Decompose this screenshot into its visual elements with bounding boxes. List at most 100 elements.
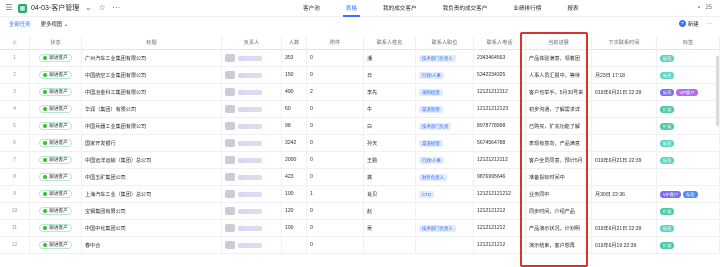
contact-position-cell[interactable]: 财务负责人	[416, 169, 474, 185]
table-row[interactable]: 9 跟进客户 上海汽车工业（集团）总公司 100 1 肖贝 CTO 121212121212 业…	[0, 186, 720, 203]
contact-phone-cell[interactable]: 8978778998	[474, 118, 526, 134]
tags-cell[interactable]: 扩展	[657, 203, 720, 219]
contact-name-cell[interactable]: 王勤	[364, 152, 416, 168]
next-contact-cell[interactable]	[592, 135, 657, 151]
tags-cell[interactable]	[657, 169, 720, 185]
chevron-down-icon[interactable]: ⌄	[83, 3, 93, 13]
progress-cell[interactable]: 初步沟通，了解需求详	[526, 101, 592, 117]
next-contact-cell[interactable]: 月23日 17:18	[592, 67, 657, 83]
progress-cell[interactable]: 客户也举手，5月30号来	[526, 84, 592, 100]
count-cell[interactable]: 490	[282, 84, 307, 100]
next-contact-cell[interactable]	[592, 101, 657, 117]
title-cell[interactable]: 中国远洋运输（集团）总公司	[82, 152, 222, 168]
column-header[interactable]: 联系人姓名	[364, 36, 416, 49]
tags-cell[interactable]: 标签	[657, 67, 720, 83]
column-header[interactable]: 人数	[282, 36, 307, 49]
title-cell[interactable]: 广州汽车工业集团有限公司	[82, 50, 222, 66]
attachment-cell[interactable]: 0	[307, 237, 364, 253]
new-button[interactable]: + 新建	[678, 20, 699, 28]
progress-cell[interactable]: 准备投标时间中	[526, 169, 592, 185]
row-number[interactable]: 11	[0, 220, 30, 236]
count-cell[interactable]: 60	[282, 101, 307, 117]
attachment-cell[interactable]: 0	[307, 67, 364, 83]
count-cell[interactable]: 100	[282, 220, 307, 236]
contact-phone-cell[interactable]: 1212121212	[474, 203, 526, 219]
owner-cell[interactable]	[222, 237, 282, 253]
status-cell[interactable]: 跟进客户	[30, 220, 82, 236]
contact-name-cell[interactable]: 肖贝	[364, 186, 416, 202]
row-number[interactable]: 5	[0, 118, 30, 134]
contact-name-cell[interactable]: 龚	[364, 169, 416, 185]
tags-cell[interactable]: 标签 VIP客户	[657, 84, 720, 100]
count-cell[interactable]: 100	[282, 186, 307, 202]
table-row[interactable]: 10 跟进客户 宝钢集团有限公司 120 0 赵 1212121212 同步时间，介绍产品 扩展	[0, 203, 720, 220]
owner-cell[interactable]	[222, 169, 282, 185]
column-header[interactable]: 当前进展	[526, 36, 592, 49]
contact-name-cell[interactable]: 赵	[364, 203, 416, 219]
next-contact-cell[interactable]: 019年6月21日 22:39	[592, 220, 657, 236]
contact-phone-cell[interactable]: 1212121212	[474, 220, 526, 236]
status-cell[interactable]: 跟进客户	[30, 203, 82, 219]
contact-position-cell[interactable]: 渠道管理	[416, 101, 474, 117]
owner-cell[interactable]	[222, 118, 282, 134]
tags-cell[interactable]: VIP客户 标签	[657, 186, 720, 202]
table-row[interactable]: 11 跟进客户 中国中化集团公司 100 0 吴技术部门负责人 1212121212 产品演示…	[0, 220, 720, 237]
count-cell[interactable]: 150	[282, 67, 307, 83]
next-contact-cell[interactable]: 019年6月19 22:39	[592, 237, 657, 253]
attachment-cell[interactable]: 0	[307, 135, 364, 151]
progress-cell[interactable]: 已购买，扩充功能了解	[526, 118, 592, 134]
count-cell[interactable]	[282, 237, 307, 253]
status-cell[interactable]: 跟进客户	[30, 84, 82, 100]
progress-cell[interactable]: 人事人员汇报中，等待	[526, 67, 592, 83]
progress-cell[interactable]: 表现有意向，产品满意	[526, 135, 592, 151]
status-cell[interactable]: 跟进客户	[30, 50, 82, 66]
title-cell[interactable]: 中国兵器工业集团有限公司	[82, 118, 222, 134]
tags-cell[interactable]: 标签	[657, 135, 720, 151]
row-number[interactable]: 12	[0, 237, 30, 253]
next-contact-cell[interactable]	[592, 203, 657, 219]
more-icon[interactable]: ⋯	[111, 3, 121, 13]
title-cell[interactable]: 宝钢集团有限公司	[82, 203, 222, 219]
progress-cell[interactable]: 演示结束，客户想再	[526, 237, 592, 253]
progress-cell[interactable]: 客户全员同意，预计5月	[526, 152, 592, 168]
progress-cell[interactable]: 同步时间，介绍产品	[526, 203, 592, 219]
contact-name-cell[interactable]	[364, 237, 416, 253]
table-row[interactable]: 7 跟进客户 中国远洋运输（集团）总公司 2000 0 王勤 行政/人事 1212121211…	[0, 152, 720, 169]
count-cell[interactable]: 2000	[282, 152, 307, 168]
attachment-cell[interactable]: 0	[307, 203, 364, 219]
row-number[interactable]: 7	[0, 152, 30, 168]
count-cell[interactable]: 353	[282, 50, 307, 66]
count-cell[interactable]: 3242	[282, 135, 307, 151]
table-row[interactable]: 6 跟进客户 国家开发银行 3242 0 孙天 渠道经理 5674564788 表现有意向，产品…	[0, 135, 720, 152]
toolbar-item-0[interactable]: 全部任务	[0, 20, 36, 28]
row-number[interactable]: 3	[0, 84, 30, 100]
table-row[interactable]: 1 跟进客户 广州汽车工业集团有限公司 353 0 潘技术部门负责人 2343464563 产…	[0, 50, 720, 67]
tags-cell[interactable]: 标签	[657, 50, 720, 66]
column-header[interactable]: 联系人电话	[474, 36, 526, 49]
next-contact-cell[interactable]	[592, 169, 657, 185]
contact-phone-cell[interactable]: 5674564788	[474, 135, 526, 151]
tags-cell[interactable]: 标签	[657, 152, 720, 168]
owner-cell[interactable]	[222, 84, 282, 100]
table-row[interactable]: 5 跟进客户 中国兵器工业集团有限公司 98 0 白技术部门负责 8978778998 已购买…	[0, 118, 720, 135]
contact-position-cell[interactable]: 技术部门负责	[416, 118, 474, 134]
next-contact-cell[interactable]: 019年6月21日 22:39	[592, 84, 657, 100]
next-contact-cell[interactable]	[592, 118, 657, 134]
row-number[interactable]: 9	[0, 186, 30, 202]
column-header[interactable]: 标签	[657, 36, 720, 49]
contact-position-cell[interactable]: 渠道经理	[416, 135, 474, 151]
title-cell[interactable]: 上海汽车工业（集团）总公司	[82, 186, 222, 202]
row-number[interactable]: 6	[0, 135, 30, 151]
owner-cell[interactable]	[222, 203, 282, 219]
contact-position-cell[interactable]: 采购经理	[416, 84, 474, 100]
contact-name-cell[interactable]: 潘	[364, 50, 416, 66]
status-cell[interactable]: 跟进客户	[30, 237, 82, 253]
contact-phone-cell[interactable]: 1212121212	[474, 237, 526, 253]
status-cell[interactable]: 跟进客户	[30, 135, 82, 151]
contact-phone-cell[interactable]: 5342234325	[474, 67, 526, 83]
count-cell[interactable]: 423	[282, 169, 307, 185]
attachment-cell[interactable]: 2	[307, 84, 364, 100]
contact-position-cell[interactable]	[416, 203, 474, 219]
table-row[interactable]: 12 跟进客户 春中合 0 1212121212 演示结束，客户想再 019年6月19 22…	[0, 237, 720, 254]
column-header[interactable]: 标题	[82, 36, 222, 49]
